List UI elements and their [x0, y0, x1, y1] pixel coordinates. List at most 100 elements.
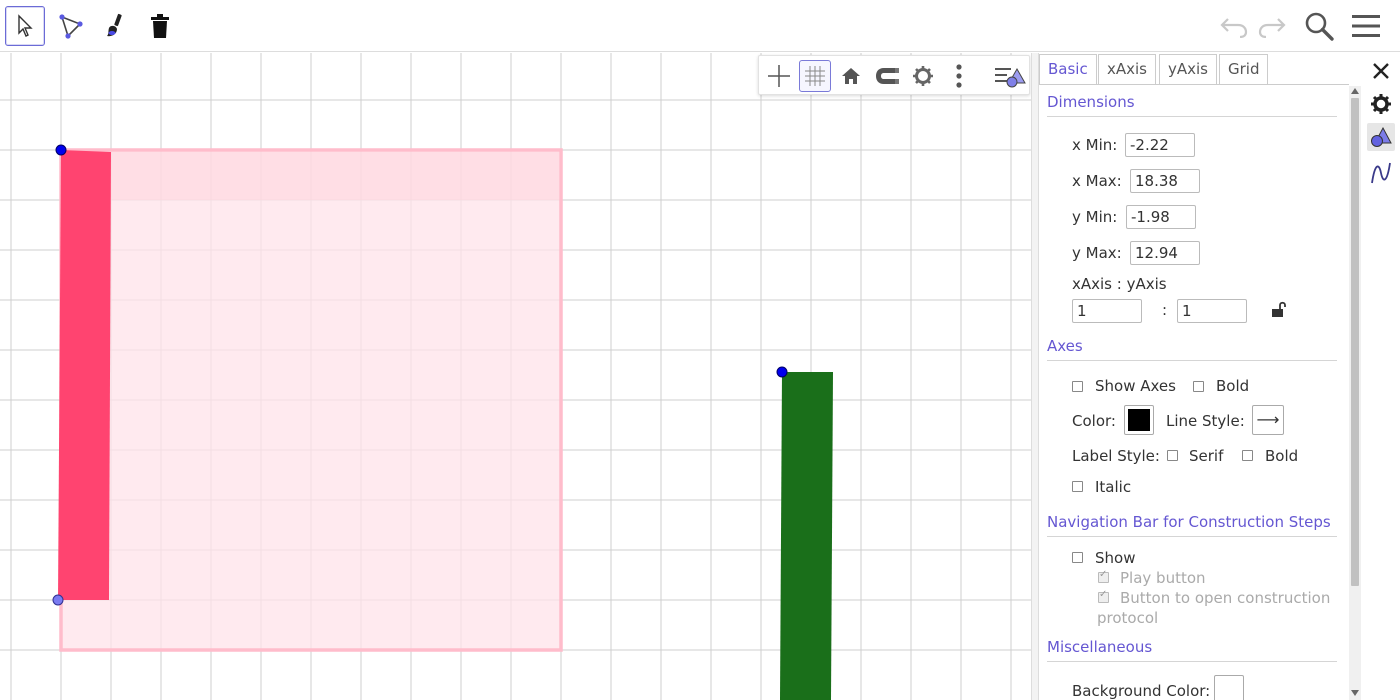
point-a[interactable]: [55, 144, 67, 156]
open-protocol-label-1: Button to open construction: [1120, 589, 1331, 607]
ratio-x-input[interactable]: 1: [1072, 299, 1142, 323]
tab-yaxis[interactable]: yAxis: [1159, 54, 1217, 84]
navigation-heading: Navigation Bar for Construction Steps: [1047, 513, 1331, 531]
tab-underline: [1039, 84, 1349, 85]
redo-icon: [1258, 18, 1286, 38]
graphics-view-settings-tab[interactable]: [1367, 123, 1395, 151]
point-c[interactable]: [776, 366, 788, 378]
ymax-input[interactable]: 12.94: [1130, 241, 1200, 265]
snap-button[interactable]: [871, 60, 903, 92]
undo-icon: [1220, 18, 1248, 38]
serif-label: Serif: [1189, 447, 1224, 465]
snap-magnet-icon: [876, 68, 899, 84]
tab-xaxis[interactable]: xAxis: [1098, 54, 1156, 84]
search-icon: [1305, 12, 1334, 41]
ymin-input[interactable]: -1.98: [1126, 205, 1196, 229]
more-options-button[interactable]: [943, 60, 975, 92]
show-axes-label: Show Axes: [1095, 377, 1176, 395]
section-divider: [1047, 116, 1337, 117]
ratio-y-input[interactable]: 1: [1177, 299, 1247, 323]
serif-checkbox[interactable]: [1167, 450, 1178, 461]
show-axes-checkbox[interactable]: [1072, 381, 1083, 392]
properties-scrollbar[interactable]: [1349, 86, 1361, 700]
xmax-label: x Max:: [1072, 172, 1122, 190]
ratio-lock-button[interactable]: [1270, 300, 1288, 320]
pink-bar-polygon[interactable]: [58, 150, 111, 600]
ratio-separator: :: [1162, 301, 1168, 319]
properties-panel: Basic xAxis yAxis Grid Dimensions x Min:…: [1039, 53, 1400, 700]
show-grid-button[interactable]: [799, 60, 831, 92]
xmin-label: x Min:: [1072, 136, 1118, 154]
background-color-button[interactable]: [1214, 675, 1244, 700]
line-style-button[interactable]: ⟶: [1252, 405, 1284, 435]
open-protocol-label-2: protocol: [1097, 609, 1159, 627]
scroll-up-arrow-icon[interactable]: [1351, 88, 1359, 94]
axis-ratio-label: xAxis : yAxis: [1072, 275, 1167, 293]
graphics-canvas[interactable]: [0, 53, 1031, 700]
scrollbar-thumb[interactable]: [1351, 98, 1359, 586]
play-button-label: Play button: [1120, 569, 1206, 587]
triangle-circle-icon: [1371, 126, 1392, 147]
unlock-icon: [1272, 301, 1286, 317]
toggle-panel-icon: [995, 67, 1026, 88]
scroll-down-arrow-icon[interactable]: [1351, 690, 1359, 696]
settings-gear-icon: [913, 66, 933, 86]
axes-color-label: Color:: [1072, 412, 1116, 430]
axes-bold-label: Bold: [1216, 377, 1250, 395]
italic-label: Italic: [1095, 478, 1132, 496]
toggle-style-bar-button[interactable]: [991, 60, 1029, 92]
main-toolbar: [0, 0, 1400, 52]
label-bold-label: Bold: [1265, 447, 1299, 465]
xmin-input[interactable]: -2.22: [1125, 133, 1195, 157]
ymin-label: y Min:: [1072, 208, 1118, 226]
panel-splitter[interactable]: [1031, 53, 1039, 700]
properties-content: Dimensions x Min: -2.22 x Max: 18.38 y M…: [1039, 86, 1349, 700]
label-bold-checkbox[interactable]: [1242, 450, 1253, 461]
home-icon: [842, 68, 860, 84]
search-button[interactable]: [1301, 8, 1337, 44]
pink-square-top-band: [63, 152, 559, 200]
graphics-view[interactable]: [0, 53, 1031, 700]
open-protocol-checkbox[interactable]: [1098, 589, 1109, 603]
style-brush-tool-button[interactable]: [95, 6, 135, 46]
play-button-checkbox[interactable]: [1098, 569, 1109, 583]
point-b[interactable]: [52, 594, 64, 606]
graphics-style-bar: [758, 55, 1030, 95]
main-menu-button[interactable]: [1348, 8, 1384, 44]
section-divider: [1047, 360, 1337, 361]
undo-button[interactable]: [1216, 8, 1252, 44]
gear-icon: [1371, 94, 1391, 114]
close-properties-button[interactable]: [1369, 59, 1393, 83]
axes-color-swatch: [1128, 409, 1150, 431]
delete-tool-button[interactable]: [140, 6, 180, 46]
italic-checkbox[interactable]: [1072, 481, 1083, 492]
paint-brush-icon: [107, 13, 122, 37]
axes-bold-checkbox[interactable]: [1193, 381, 1204, 392]
graphics-settings-button[interactable]: [907, 60, 939, 92]
label-style-label: Label Style:: [1072, 447, 1160, 465]
polygon-tool-button[interactable]: [50, 6, 90, 46]
green-bar-polygon[interactable]: [780, 372, 833, 700]
section-divider: [1047, 536, 1337, 537]
dimensions-heading: Dimensions: [1047, 93, 1135, 111]
line-style-label: Line Style:: [1166, 412, 1245, 430]
pink-square-polygon[interactable]: [59, 148, 563, 652]
tab-grid[interactable]: Grid: [1219, 54, 1269, 84]
axes-color-button[interactable]: [1124, 405, 1154, 435]
misc-heading: Miscellaneous: [1047, 638, 1153, 656]
menu-icon: [1352, 15, 1380, 37]
section-divider: [1047, 661, 1337, 662]
move-tool-button[interactable]: [5, 6, 45, 46]
tab-basic[interactable]: Basic: [1039, 54, 1097, 84]
xmax-input[interactable]: 18.38: [1130, 169, 1200, 193]
algebra-settings-tab[interactable]: [1367, 159, 1395, 187]
nav-show-checkbox[interactable]: [1072, 552, 1083, 563]
ymax-label: y Max:: [1072, 244, 1122, 262]
redo-button[interactable]: [1254, 8, 1290, 44]
show-axes-button[interactable]: [763, 60, 795, 92]
standard-view-button[interactable]: [835, 60, 867, 92]
properties-tabs: Basic xAxis yAxis Grid: [1039, 53, 1359, 85]
nav-show-label: Show: [1095, 549, 1136, 567]
graphics-settings-tab[interactable]: [1367, 90, 1395, 118]
curve-function-icon: [1371, 162, 1391, 184]
